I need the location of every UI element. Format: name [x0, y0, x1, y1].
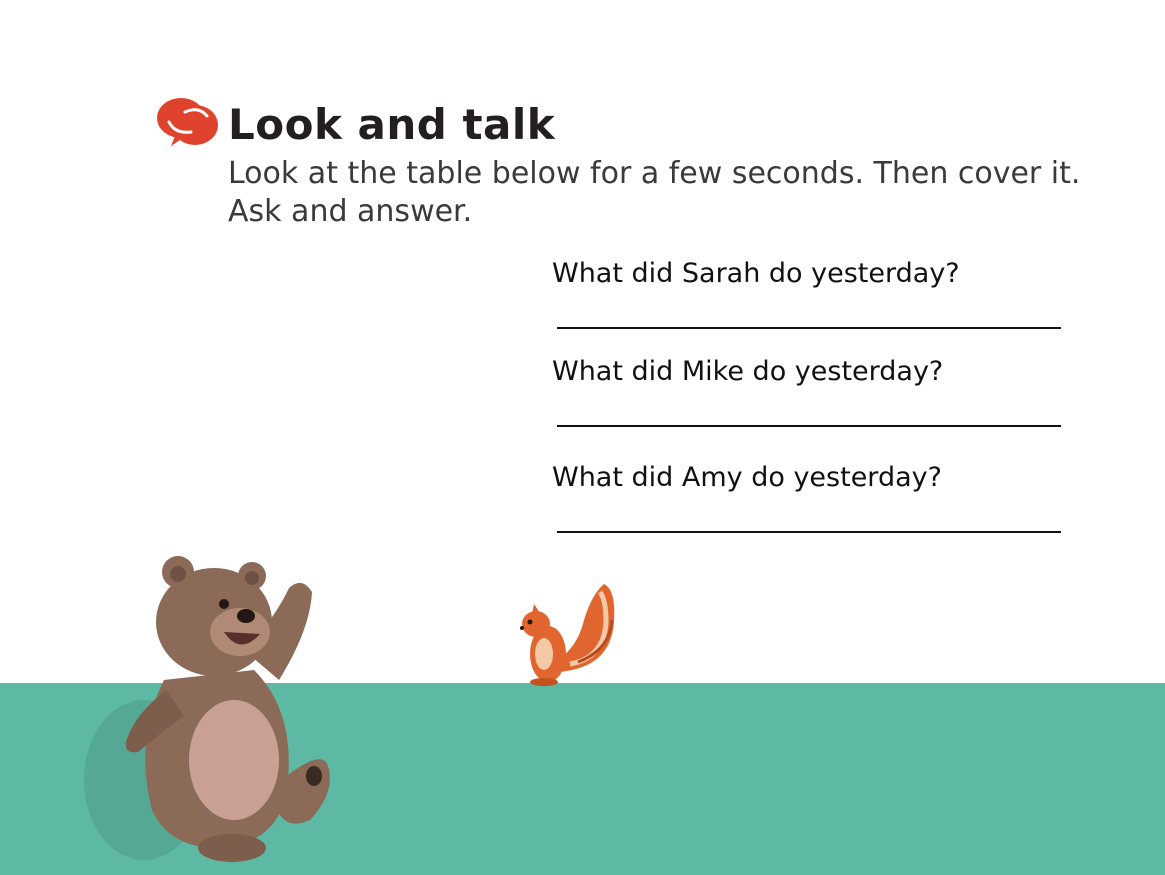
- question-mike: What did Mike do yesterday?: [552, 356, 944, 387]
- question-sarah: What did Sarah do yesterday?: [552, 258, 960, 289]
- bear-illustration: [84, 556, 330, 862]
- worksheet-page: Look and talk Look at the table below fo…: [0, 0, 1165, 875]
- speech-bubbles-icon: [157, 98, 218, 146]
- answer-line-amy[interactable]: [557, 531, 1061, 533]
- answer-line-sarah[interactable]: [557, 327, 1061, 329]
- heading-title: Look and talk: [228, 100, 556, 149]
- squirrel-illustration: [520, 584, 615, 686]
- question-amy: What did Amy do yesterday?: [552, 462, 942, 493]
- instructions-text: Look at the table below for a few second…: [228, 156, 1081, 229]
- answer-line-mike[interactable]: [557, 425, 1061, 427]
